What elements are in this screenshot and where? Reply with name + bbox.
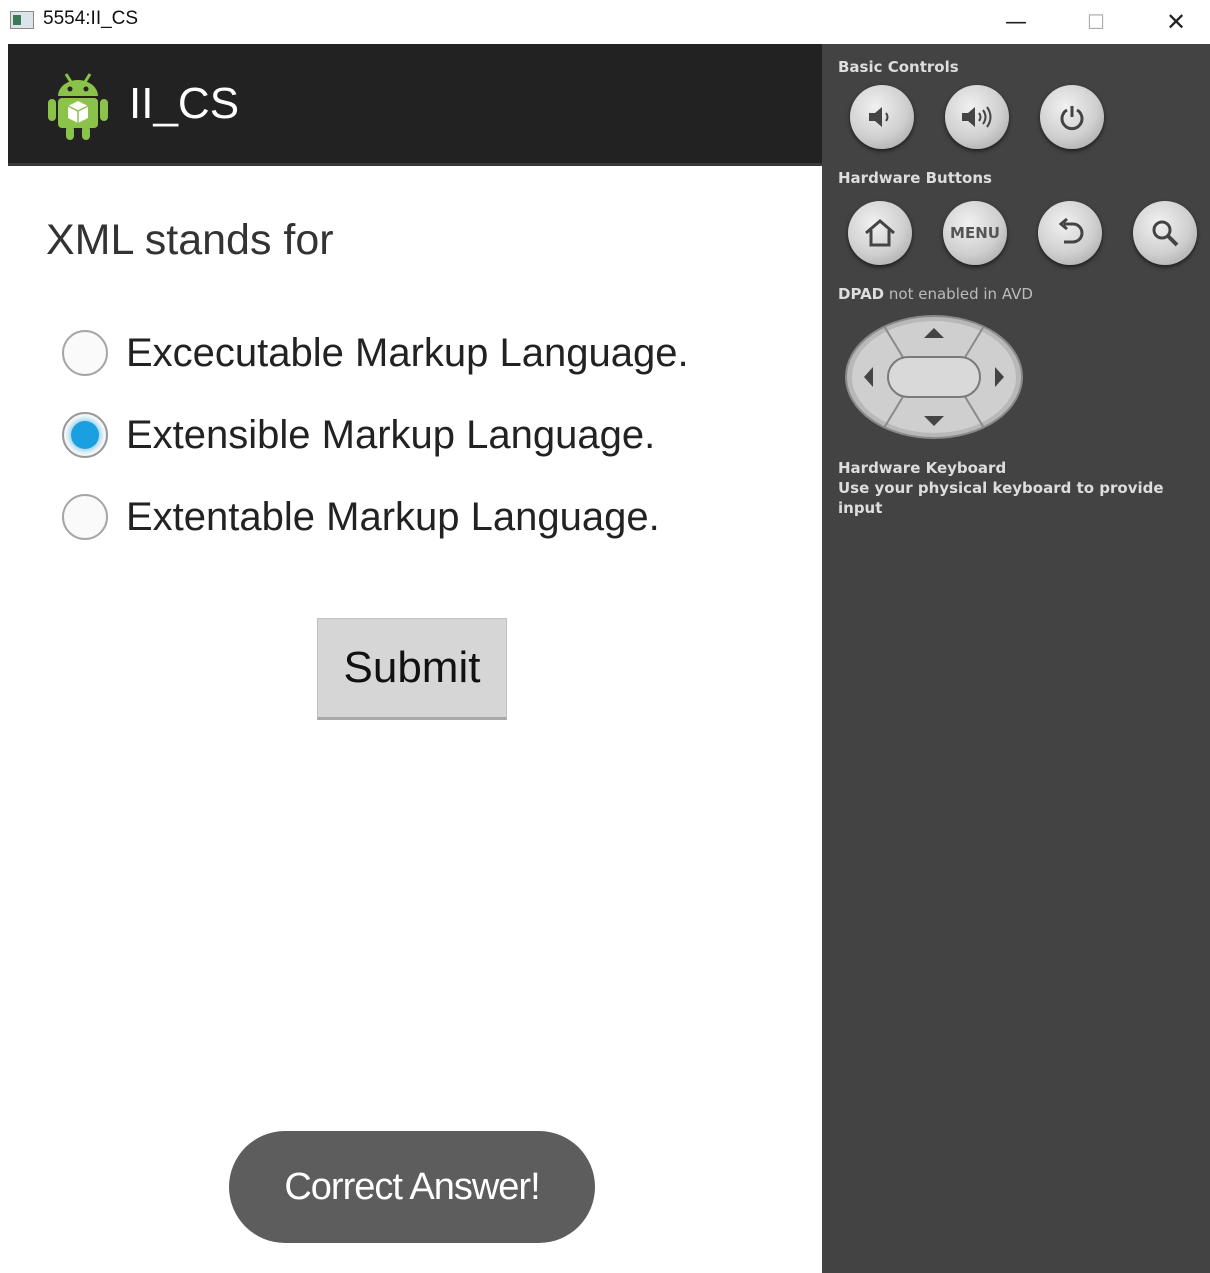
option-3-label[interactable]: Extentable Markup Language. (126, 495, 660, 540)
app-title: II_CS (129, 79, 240, 128)
question-text: XML stands for (46, 216, 334, 264)
hardware-keyboard-title: Hardware Keyboard (838, 459, 1007, 477)
radio-button-2[interactable] (62, 412, 108, 458)
close-button[interactable]: ✕ (1153, 6, 1199, 38)
dpad-label-bold: DPAD (838, 285, 885, 303)
search-icon[interactable] (1133, 201, 1197, 265)
option-1-label[interactable]: Excecutable Markup Language. (126, 331, 689, 376)
power-icon[interactable] (1040, 85, 1104, 149)
menu-button[interactable]: MENU (943, 201, 1007, 265)
volume-up-icon[interactable] (945, 85, 1009, 149)
emulator-window-icon (10, 11, 34, 29)
hardware-keyboard-info: Hardware Keyboard Use your physical keyb… (838, 458, 1210, 518)
hardware-buttons-header: Hardware Buttons (838, 169, 992, 187)
option-1[interactable]: Excecutable Markup Language. (62, 328, 689, 378)
action-bar: II_CS (8, 44, 822, 166)
dpad-header: DPAD not enabled in AVD (838, 285, 1033, 303)
option-2[interactable]: Extensible Markup Language. (62, 410, 655, 460)
dpad-control[interactable] (844, 314, 1024, 440)
option-2-label[interactable]: Extensible Markup Language. (126, 413, 655, 458)
dpad-label-rest: not enabled in AVD (884, 285, 1033, 303)
window-title: 5554:II_CS (43, 8, 139, 29)
home-icon[interactable] (848, 201, 912, 265)
radio-button-3[interactable] (62, 494, 108, 540)
maximize-button[interactable]: ☐ (1073, 6, 1119, 38)
android-robot-icon (48, 73, 108, 140)
toast-message: Correct Answer! (229, 1131, 595, 1243)
basic-controls-header: Basic Controls (838, 58, 959, 76)
back-icon[interactable] (1038, 201, 1102, 265)
window-titlebar: 5554:II_CS — ☐ ✕ (0, 0, 1210, 44)
option-3[interactable]: Extentable Markup Language. (62, 492, 660, 542)
emulator-controls-panel: Basic Controls Hardware Buttons MENU DPA… (822, 44, 1210, 1273)
submit-button[interactable]: Submit (317, 618, 507, 720)
emulator-screen: II_CS XML stands for Excecutable Markup … (8, 44, 822, 1273)
minimize-button[interactable]: — (993, 6, 1039, 38)
hardware-keyboard-text: Use your physical keyboard to provide in… (838, 479, 1164, 517)
radio-button-1[interactable] (62, 330, 108, 376)
volume-down-icon[interactable] (850, 85, 914, 149)
